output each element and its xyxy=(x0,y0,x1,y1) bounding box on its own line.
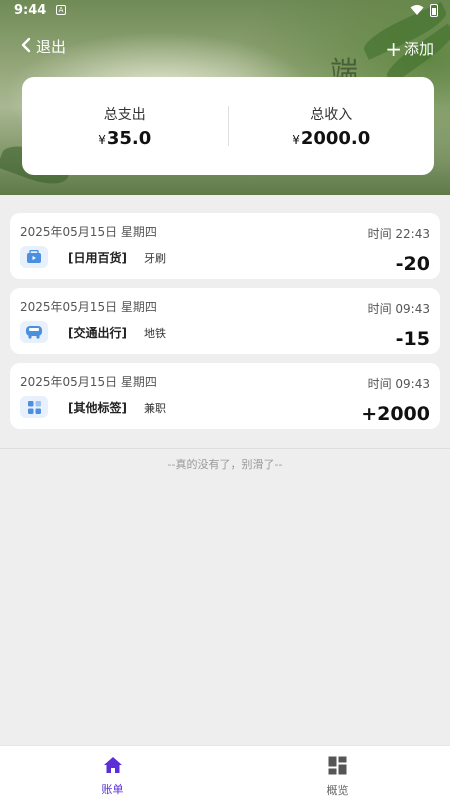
header-banner: 端 9:44 A 退出 + 添加 总支出 ¥35.0 总收入 ¥2000.0 xyxy=(0,0,450,195)
record-list: 2025年05月15日 星期四 时间 22:43 [日用百货] 牙刷 -20 2… xyxy=(10,213,440,438)
chevron-left-icon xyxy=(20,37,32,57)
total-income-value: ¥2000.0 xyxy=(229,128,435,149)
add-button[interactable]: + 添加 xyxy=(385,38,434,59)
status-time: 9:44 xyxy=(14,3,47,18)
add-label: 添加 xyxy=(403,40,434,58)
record-note: 地铁 xyxy=(144,327,166,340)
record-date: 2025年05月15日 星期四 xyxy=(20,300,157,314)
home-icon xyxy=(103,756,123,778)
record-card[interactable]: 2025年05月15日 星期四 时间 09:43 [交通出行] 地铁 -15 xyxy=(10,288,440,354)
sim-icon: A xyxy=(56,5,66,15)
bottom-tab-bar: 账单 概览 xyxy=(0,745,450,800)
tab-bills-label: 账单 xyxy=(101,783,124,796)
record-note: 牙刷 xyxy=(144,252,166,265)
total-expense-value: ¥35.0 xyxy=(22,128,228,149)
battery-icon xyxy=(430,4,438,17)
total-expense-label: 总支出 xyxy=(103,106,146,123)
total-expense-amount: 35.0 xyxy=(106,127,152,149)
record-amount: +2000 xyxy=(361,403,430,425)
record-card[interactable]: 2025年05月15日 星期四 时间 22:43 [日用百货] 牙刷 -20 xyxy=(10,213,440,279)
currency-symbol: ¥ xyxy=(98,132,106,147)
back-button[interactable]: 退出 xyxy=(20,36,66,57)
record-category: [其他标签] xyxy=(68,401,127,415)
bus-icon xyxy=(20,321,48,343)
total-income-amount: 2000.0 xyxy=(300,127,371,149)
total-expense: 总支出 ¥35.0 xyxy=(22,104,228,149)
record-time: 时间 22:43 xyxy=(367,227,430,241)
record-note: 兼职 xyxy=(144,402,166,415)
top-nav: 退出 + 添加 xyxy=(0,32,450,62)
record-card[interactable]: 2025年05月15日 星期四 时间 09:43 [其他标签] 兼职 +2000 xyxy=(10,363,440,429)
plus-icon: + xyxy=(385,36,402,61)
currency-symbol: ¥ xyxy=(292,132,300,147)
wifi-icon xyxy=(410,4,424,20)
list-end-text: --真的没有了，别滑了-- xyxy=(167,458,283,471)
record-date: 2025年05月15日 星期四 xyxy=(20,375,157,389)
tab-overview[interactable]: 概览 xyxy=(225,746,450,800)
total-income: 总收入 ¥2000.0 xyxy=(229,104,435,149)
record-amount: -15 xyxy=(395,328,430,350)
record-time: 时间 09:43 xyxy=(367,377,430,391)
tab-overview-label: 概览 xyxy=(326,784,349,797)
shopping-bag-icon xyxy=(20,246,48,268)
record-time: 时间 09:43 xyxy=(367,302,430,316)
list-end-divider xyxy=(0,448,450,449)
tab-bills[interactable]: 账单 xyxy=(0,746,225,800)
summary-card: 总支出 ¥35.0 总收入 ¥2000.0 xyxy=(22,77,434,175)
grid-apps-icon xyxy=(20,396,48,418)
record-category: [交通出行] xyxy=(68,326,127,340)
record-category: [日用百货] xyxy=(68,251,127,265)
total-income-label: 总收入 xyxy=(310,106,353,123)
status-bar: 9:44 A xyxy=(0,0,450,24)
back-label: 退出 xyxy=(36,38,67,56)
dashboard-icon xyxy=(328,756,347,779)
record-date: 2025年05月15日 星期四 xyxy=(20,225,157,239)
record-amount: -20 xyxy=(395,253,430,275)
